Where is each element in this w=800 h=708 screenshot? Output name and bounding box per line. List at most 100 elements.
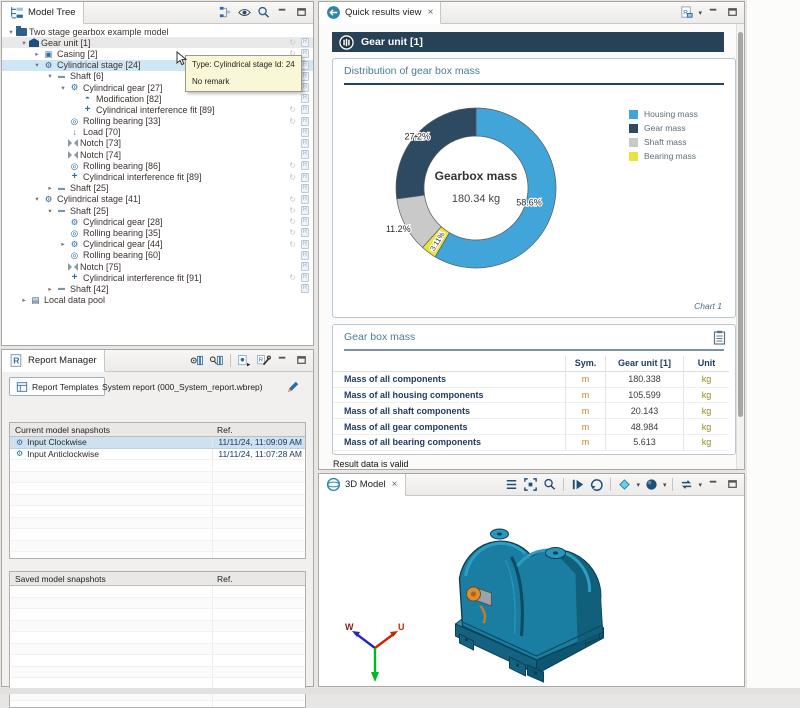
tree-item[interactable]: ⚙ Cylindrical gear [28] ↻ R bbox=[2, 216, 313, 227]
play-animation-icon[interactable] bbox=[570, 477, 585, 492]
report-badge-icon: R bbox=[301, 273, 309, 283]
tree-item[interactable]: Notch [74] R bbox=[2, 149, 313, 160]
tree-item[interactable]: ◎ Rolling bearing [86] ↻ R bbox=[2, 160, 313, 171]
dropdown-caret-icon[interactable]: ▾ bbox=[698, 9, 702, 17]
fit-icon: + bbox=[71, 171, 78, 183]
load-icon: ↓ bbox=[72, 127, 77, 138]
tree-item[interactable]: ◎ Rolling bearing [33] ↻ R bbox=[2, 116, 313, 127]
model-3d-viewport[interactable]: W U bbox=[319, 496, 744, 686]
minimize-panel-icon[interactable] bbox=[706, 5, 721, 20]
search-icon[interactable] bbox=[256, 5, 271, 20]
axis-triad: W U bbox=[345, 622, 405, 682]
vertical-scrollbar[interactable] bbox=[736, 24, 744, 469]
results-view-mode-icon[interactable]: R bbox=[679, 5, 694, 20]
tree-item[interactable]: ◎ Rolling bearing [60] R bbox=[2, 250, 313, 261]
legend-item: Bearing mass bbox=[629, 149, 698, 163]
scene-tree-icon[interactable] bbox=[504, 477, 519, 492]
tree-item[interactable]: Notch [73] R bbox=[2, 138, 313, 149]
tree-item[interactable]: ▸ ▤ Local data pool bbox=[2, 295, 313, 306]
gearbox-3d-model[interactable] bbox=[447, 524, 612, 684]
expand-arrow-icon[interactable]: ▸ bbox=[45, 184, 55, 192]
collapse-arrow-icon[interactable]: ▾ bbox=[58, 84, 68, 92]
tree-item[interactable]: ▸ ⚙ Cylindrical gear [44] ↻ R bbox=[2, 239, 313, 250]
minimize-panel-icon[interactable] bbox=[275, 353, 290, 368]
empty-cell bbox=[212, 597, 305, 608]
tree-item[interactable]: ▾ Two stage gearbox example model bbox=[2, 25, 313, 37]
bearing-icon: ◎ bbox=[70, 160, 79, 171]
tree-item[interactable]: ▸ ▬ Shaft [25] R bbox=[2, 183, 313, 194]
tree-item[interactable]: + Cylindrical interference fit [91] ↻ R bbox=[2, 272, 313, 283]
dropdown-caret-icon[interactable]: ▾ bbox=[636, 481, 640, 489]
edit-report-button[interactable] bbox=[283, 378, 303, 395]
close-tab-icon[interactable]: × bbox=[428, 7, 434, 18]
tree-item[interactable]: ◓ Modification [82] R bbox=[2, 93, 313, 104]
mass-row-unit: kg bbox=[683, 434, 729, 451]
chart-footer: Chart 1 bbox=[694, 301, 722, 311]
snapshot-row[interactable]: ⚙ Input Anticlockwise 11/11/24, 11:07:28 A… bbox=[10, 448, 305, 460]
tree-item-label: Rolling bearing [35] bbox=[83, 227, 161, 238]
snapshot-row[interactable]: ⚙ Input Clockwise 11/11/24, 11:09:09 AM bbox=[10, 437, 305, 449]
minimize-panel-icon[interactable] bbox=[275, 5, 290, 20]
maximize-panel-icon[interactable] bbox=[294, 353, 309, 368]
empty-cell bbox=[212, 678, 305, 689]
copy-table-icon[interactable] bbox=[713, 330, 726, 345]
export-report-icon[interactable] bbox=[237, 353, 252, 368]
dropdown-caret-icon[interactable]: ▾ bbox=[698, 481, 702, 489]
maximize-panel-icon[interactable] bbox=[725, 5, 740, 20]
tooltip-type-line: Type: Cylindrical stage Id: 24 bbox=[192, 60, 295, 69]
dropdown-caret-icon[interactable]: ▾ bbox=[663, 481, 667, 489]
tree-item-label: Notch [75] bbox=[80, 261, 122, 272]
collapse-arrow-icon[interactable]: ▾ bbox=[6, 28, 16, 36]
expand-arrow-icon[interactable]: ▸ bbox=[19, 296, 29, 304]
tree-item[interactable]: + Cylindrical interference fit [89] ↻ R bbox=[2, 104, 313, 115]
view-orientation-icon[interactable] bbox=[617, 477, 632, 492]
tree-item[interactable]: Notch [75] R bbox=[2, 261, 313, 272]
snapshot-search-icon[interactable] bbox=[209, 353, 224, 368]
collapse-arrow-icon[interactable]: ▾ bbox=[19, 39, 29, 47]
scrollbar-thumb[interactable] bbox=[738, 32, 743, 417]
tab-quick-results[interactable]: Quick results view × bbox=[319, 2, 442, 24]
tree-item[interactable]: + Cylindrical interference fit [89] ↻ R bbox=[2, 171, 313, 182]
tree-item[interactable]: ▾ ⚙ Cylindrical stage [41] ↻ R bbox=[2, 194, 313, 205]
collapse-arrow-icon[interactable]: ▾ bbox=[32, 195, 42, 203]
modification-icon: ◓ bbox=[84, 93, 91, 104]
reset-rotation-icon[interactable] bbox=[589, 477, 604, 492]
report-templates-button[interactable]: Report Templates bbox=[9, 377, 106, 396]
minimize-panel-icon[interactable] bbox=[706, 477, 721, 492]
tree-item[interactable]: ↓ Load [70] R bbox=[2, 127, 313, 138]
collapse-arrow-icon[interactable]: ▾ bbox=[45, 207, 55, 215]
shaft-icon: ▬ bbox=[58, 207, 65, 215]
snapshot-table-header: Saved model snapshots Ref. bbox=[10, 572, 305, 586]
search-icon[interactable] bbox=[542, 477, 557, 492]
close-tab-icon[interactable]: × bbox=[392, 479, 398, 490]
empty-snapshot-row bbox=[10, 552, 305, 558]
report-settings-icon[interactable]: R bbox=[256, 353, 271, 368]
snapshot-settings-icon[interactable] bbox=[190, 353, 205, 368]
render-mode-icon[interactable] bbox=[644, 477, 659, 492]
expand-arrow-icon[interactable]: ▸ bbox=[58, 240, 68, 248]
mass-row-value: 105.599 bbox=[605, 387, 683, 404]
tree-item[interactable]: ◎ Rolling bearing [35] ↻ R bbox=[2, 227, 313, 238]
tab-model-tree[interactable]: Model Tree bbox=[2, 2, 84, 24]
tree-item[interactable]: ▾ ▬ Shaft [25] ↻ R bbox=[2, 205, 313, 216]
maximize-panel-icon[interactable] bbox=[294, 5, 309, 20]
tree-item-label: Load [70] bbox=[83, 127, 121, 138]
fit-view-icon[interactable] bbox=[523, 477, 538, 492]
eye-icon[interactable] bbox=[237, 5, 252, 20]
gear-unit-header-icon bbox=[339, 34, 354, 50]
sync-view-icon[interactable] bbox=[679, 477, 694, 492]
report-badge-icon: R bbox=[301, 239, 309, 249]
tab-report-manager[interactable]: R Report Manager bbox=[2, 350, 105, 372]
maximize-panel-icon[interactable] bbox=[725, 477, 740, 492]
collapse-arrow-icon[interactable]: ▾ bbox=[45, 72, 55, 80]
tab-3d-model[interactable]: 3D Model × bbox=[319, 474, 406, 496]
expand-arrow-icon[interactable]: ▸ bbox=[32, 50, 42, 58]
link-with-editor-icon[interactable] bbox=[218, 5, 233, 20]
tree-item[interactable]: ▾ Gear unit [1] ↻ R bbox=[2, 37, 313, 49]
collapse-arrow-icon[interactable]: ▾ bbox=[32, 61, 42, 69]
slice-percentage-label: 11.2% bbox=[386, 224, 411, 234]
tree-item-badges: ↻R bbox=[289, 104, 309, 115]
tree-item[interactable]: ▸ ▬ Shaft [42] R bbox=[2, 283, 313, 294]
expand-arrow-icon[interactable]: ▸ bbox=[45, 285, 55, 293]
report-badge-icon: R bbox=[301, 138, 309, 148]
